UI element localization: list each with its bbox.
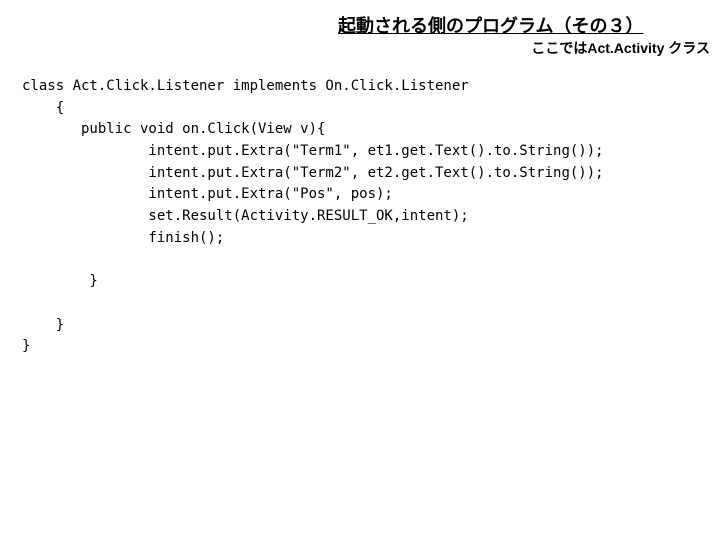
code-line: intent.put.Extra("Term2", et2.get.Text()… [22, 165, 604, 181]
code-line: class Act.Click.Listener implements On.C… [22, 78, 469, 94]
code-line: intent.put.Extra("Term1", et1.get.Text()… [22, 143, 604, 159]
page-subtitle: ここではAct.Activity クラス [531, 38, 710, 58]
code-line: } [22, 317, 64, 333]
code-line: } [22, 273, 98, 289]
code-line: set.Result(Activity.RESULT_OK,intent); [22, 208, 469, 224]
code-line: finish(); [22, 230, 224, 246]
code-line: { [22, 100, 64, 116]
page-title: 起動される側のプログラム（その３） [338, 12, 643, 38]
code-line: public void on.Click(View v){ [22, 121, 325, 137]
code-block: class Act.Click.Listener implements On.C… [22, 76, 604, 358]
code-line: } [22, 338, 30, 354]
code-line: intent.put.Extra("Pos", pos); [22, 186, 393, 202]
